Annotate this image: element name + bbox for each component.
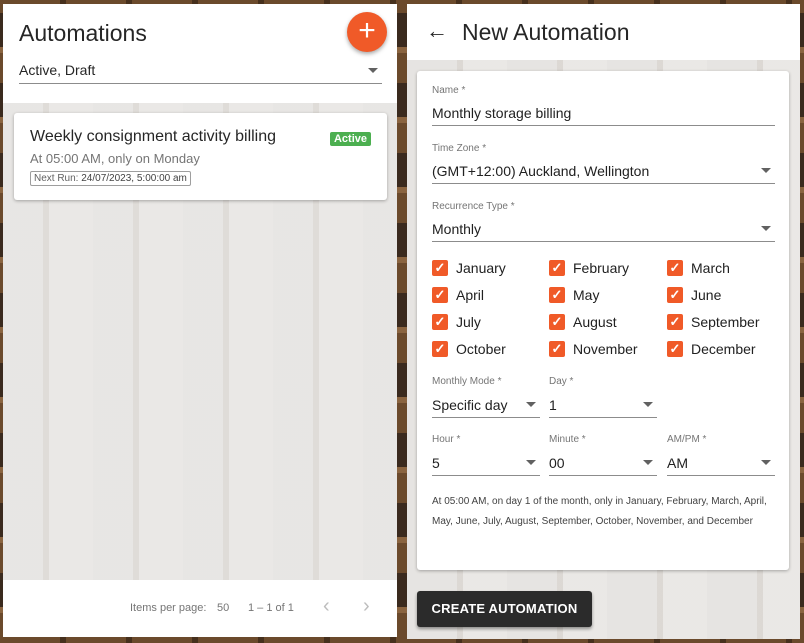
chevron-right-icon[interactable]: › <box>363 595 370 618</box>
add-automation-button[interactable]: + <box>347 12 387 52</box>
monthly-mode-value: Specific day <box>432 397 508 413</box>
month-label: July <box>456 314 481 330</box>
name-field[interactable]: Name * Monthly storage billing <box>432 85 775 126</box>
new-automation-header: ← New Automation <box>407 4 800 60</box>
automations-list: Weekly consignment activity billing Acti… <box>3 103 397 580</box>
automation-schedule: At 05:00 AM, only on Monday <box>30 151 200 166</box>
chevron-down-icon <box>643 402 653 407</box>
status-filter-select[interactable]: Active, Draft <box>19 60 382 84</box>
page-range-label: 1 – 1 of 1 <box>248 602 294 614</box>
month-label: January <box>456 260 506 276</box>
form-area: Name * Monthly storage billing Time Zone… <box>407 60 800 639</box>
recurrence-type-label: Recurrence Type * <box>432 201 515 212</box>
ampm-select[interactable]: AM/PM * AM <box>667 434 775 476</box>
month-label: June <box>691 287 722 303</box>
automations-header: Automations + Active, Draft <box>3 4 397 103</box>
timezone-select[interactable]: Time Zone * (GMT+12:00) Auckland, Wellin… <box>432 143 775 184</box>
chevron-down-icon <box>526 402 536 407</box>
month-label: May <box>573 287 600 303</box>
day-value: 1 <box>549 397 557 413</box>
name-value: Monthly storage billing <box>432 105 572 121</box>
arrow-left-icon[interactable]: ← <box>426 18 448 44</box>
next-run-value: 24/07/2023, 5:00:00 am <box>81 173 187 184</box>
automation-title: Weekly consignment activity billing <box>30 128 277 145</box>
checkbox-checked-icon: ✓ <box>667 314 683 330</box>
timezone-value: (GMT+12:00) Auckland, Wellington <box>432 163 650 179</box>
checkbox-checked-icon: ✓ <box>432 287 448 303</box>
month-label: February <box>573 260 630 276</box>
month-label: December <box>691 341 756 357</box>
automation-card[interactable]: Weekly consignment activity billing Acti… <box>14 113 387 200</box>
minute-value: 00 <box>549 455 565 471</box>
next-run-chip: Next Run: 24/07/2023, 5:00:00 am <box>30 171 191 186</box>
month-label: November <box>573 341 638 357</box>
paginator: Items per page: 50 1 – 1 of 1 ‹ › <box>3 580 397 637</box>
chevron-down-icon <box>643 460 653 465</box>
recurrence-type-value: Monthly <box>432 221 482 237</box>
name-label: Name * <box>432 85 466 96</box>
checkbox-checked-icon: ✓ <box>432 341 448 357</box>
minute-select[interactable]: Minute * 00 <box>549 434 657 476</box>
new-automation-panel: ← New Automation Name * Monthly storage … <box>407 4 800 639</box>
hour-select[interactable]: Hour * 5 <box>432 434 540 476</box>
chevron-left-icon[interactable]: ‹ <box>323 595 330 618</box>
recurrence-type-select[interactable]: Recurrence Type * Monthly <box>432 201 775 242</box>
automation-form: Name * Monthly storage billing Time Zone… <box>417 71 789 570</box>
checkbox-checked-icon: ✓ <box>432 260 448 276</box>
month-label: September <box>691 314 760 330</box>
monthly-mode-select[interactable]: Monthly Mode * Specific day <box>432 376 540 418</box>
day-select[interactable]: Day * 1 <box>549 376 657 418</box>
automations-panel: Automations + Active, Draft Weekly consi… <box>3 4 397 637</box>
minute-label: Minute * <box>549 434 586 445</box>
day-label: Day * <box>549 376 574 387</box>
status-badge: Active <box>329 132 371 146</box>
chevron-down-icon <box>761 226 771 231</box>
items-per-page-label: Items per page: <box>130 602 207 614</box>
status-filter-value: Active, Draft <box>19 62 96 78</box>
monthly-mode-label: Monthly Mode * <box>432 376 502 387</box>
checkbox-checked-icon: ✓ <box>667 260 683 276</box>
hour-value: 5 <box>432 455 440 471</box>
checkbox-checked-icon: ✓ <box>549 341 565 357</box>
schedule-summary: At 05:00 AM, on day 1 of the month, only… <box>432 496 767 527</box>
chevron-down-icon <box>761 460 771 465</box>
month-label: March <box>691 260 730 276</box>
checkbox-checked-icon: ✓ <box>549 260 565 276</box>
form-title: New Automation <box>462 19 630 45</box>
page-title: Automations <box>19 20 147 46</box>
ampm-label: AM/PM * <box>667 434 707 445</box>
hour-label: Hour * <box>432 434 461 445</box>
chevron-down-icon <box>368 68 378 73</box>
checkbox-checked-icon: ✓ <box>549 314 565 330</box>
create-automation-button[interactable]: CREATE AUTOMATION <box>417 591 592 627</box>
month-label: October <box>456 341 506 357</box>
chevron-down-icon <box>526 460 536 465</box>
next-run-label: Next Run: <box>34 173 79 184</box>
checkbox-checked-icon: ✓ <box>549 287 565 303</box>
month-label: April <box>456 287 485 303</box>
checkbox-checked-icon: ✓ <box>667 341 683 357</box>
checkbox-checked-icon: ✓ <box>432 314 448 330</box>
month-label: August <box>573 314 617 330</box>
ampm-value: AM <box>667 455 688 471</box>
timezone-label: Time Zone * <box>432 143 487 154</box>
plus-icon: + <box>358 14 376 47</box>
items-per-page-select[interactable]: 50 <box>217 602 229 614</box>
checkbox-checked-icon: ✓ <box>667 287 683 303</box>
chevron-down-icon <box>761 168 771 173</box>
